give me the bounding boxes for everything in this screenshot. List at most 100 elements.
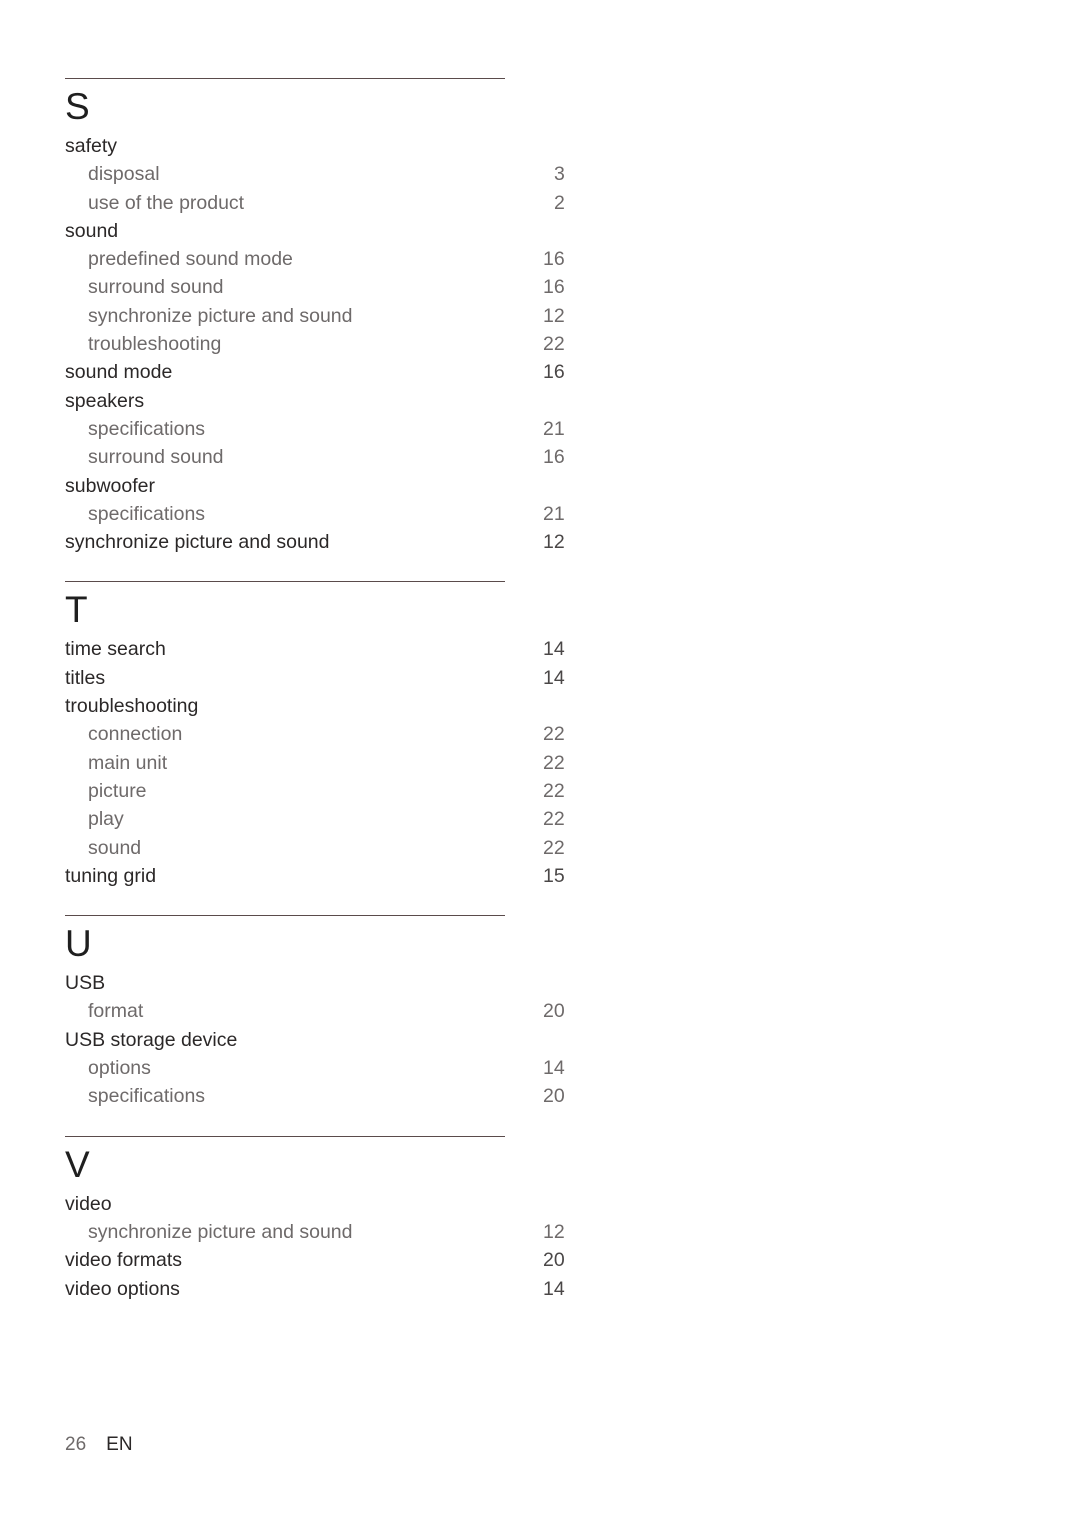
index-entry-page-number: 20 bbox=[543, 1249, 565, 1272]
index-entry-label: connection bbox=[88, 723, 183, 746]
index-subentry[interactable]: use of the product 2 bbox=[65, 189, 565, 217]
index-subentry[interactable]: sound 22 bbox=[65, 834, 565, 862]
index-entry-label: specifications bbox=[88, 417, 206, 440]
index-entry-page-number: 16 bbox=[543, 361, 565, 384]
index-entry-page-number: 20 bbox=[543, 1000, 565, 1023]
index-subentry[interactable]: play 22 bbox=[65, 805, 565, 833]
index-entry[interactable]: safety bbox=[65, 132, 505, 160]
index-section: Vvideo synchronize picture and sound 12 vid… bbox=[65, 1135, 565, 1303]
index-entry[interactable]: sound bbox=[65, 217, 505, 245]
index-subentry[interactable]: connection 22 bbox=[65, 720, 565, 748]
index-entry[interactable]: video formats 20 bbox=[65, 1246, 565, 1274]
index-subentry[interactable]: specifications 20 bbox=[65, 1082, 565, 1110]
footer-page-number: 26 bbox=[65, 1434, 87, 1455]
index-entry-label: play bbox=[88, 808, 124, 831]
section-divider bbox=[65, 1135, 505, 1137]
index-entry-label: format bbox=[88, 1000, 144, 1023]
index-subentry[interactable]: predefined sound mode 16 bbox=[65, 245, 565, 273]
index-page: Ssafety disposal 3 use of the product 2 sound… bbox=[0, 0, 1080, 1527]
index-entry[interactable]: synchronize picture and sound 12 bbox=[65, 528, 565, 556]
index-subentry[interactable]: format 20 bbox=[65, 997, 565, 1025]
section-letter: T bbox=[65, 589, 89, 631]
index-entry-page-number: 12 bbox=[543, 531, 565, 554]
index-entry[interactable]: titles 14 bbox=[65, 664, 565, 692]
index-subentry[interactable]: specifications 21 bbox=[65, 415, 565, 443]
index-entry-label: sound bbox=[65, 219, 119, 242]
index-entry-list: time search 14 titles 14 troubleshooting conn… bbox=[65, 635, 565, 890]
section-letter: V bbox=[65, 1143, 91, 1185]
index-entry[interactable]: video bbox=[65, 1190, 505, 1218]
index-entry[interactable]: speakers bbox=[65, 387, 505, 415]
index-entry-label: USB bbox=[65, 972, 106, 995]
index-entry-page-number: 14 bbox=[543, 1277, 565, 1300]
index-subentry[interactable]: surround sound 16 bbox=[65, 443, 565, 471]
index-entry[interactable]: sound mode 16 bbox=[65, 358, 565, 386]
index-entry[interactable]: USB bbox=[65, 969, 505, 997]
footer-language-code: EN bbox=[106, 1434, 133, 1455]
index-subentry[interactable]: picture 22 bbox=[65, 777, 565, 805]
index-subentry[interactable]: synchronize picture and sound 12 bbox=[65, 302, 565, 330]
index-entry-label: sound mode bbox=[65, 361, 173, 384]
index-entry-page-number: 2 bbox=[554, 191, 565, 214]
index-subentry[interactable]: disposal 3 bbox=[65, 160, 565, 188]
index-entry-label: specifications bbox=[88, 502, 206, 525]
index-entry-label: video bbox=[65, 1192, 112, 1215]
index-subentry[interactable]: specifications 21 bbox=[65, 500, 565, 528]
index-entry-label: tuning grid bbox=[65, 864, 157, 887]
index-entry[interactable]: video options 14 bbox=[65, 1275, 565, 1303]
page-footer: 26 EN bbox=[65, 1434, 133, 1456]
index-entry-label: troubleshooting bbox=[65, 695, 199, 718]
index-entry-list: video synchronize picture and sound 12 vide… bbox=[65, 1190, 565, 1303]
index-entry[interactable]: subwoofer bbox=[65, 472, 505, 500]
index-subentry[interactable]: troubleshooting 22 bbox=[65, 330, 565, 358]
section-divider bbox=[65, 581, 505, 583]
index-entry-label: specifications bbox=[88, 1085, 206, 1108]
index-entry-page-number: 22 bbox=[543, 751, 565, 774]
index-entry-page-number: 14 bbox=[543, 1057, 565, 1080]
index-entry-label: troubleshooting bbox=[88, 333, 222, 356]
index-subentry[interactable]: surround sound 16 bbox=[65, 273, 565, 301]
index-entry-page-number: 22 bbox=[543, 333, 565, 356]
index-entry[interactable]: troubleshooting bbox=[65, 692, 505, 720]
index-entry-label: use of the product bbox=[88, 191, 245, 214]
index-section: Ssafety disposal 3 use of the product 2 sound… bbox=[65, 78, 565, 556]
index-entry-label: surround sound bbox=[88, 446, 224, 469]
index-section: U USB format 20 USB storage device options 14 s… bbox=[65, 915, 565, 1110]
index-entry-label: synchronize picture and sound bbox=[65, 531, 330, 554]
section-divider bbox=[65, 915, 505, 917]
index-entry-list: safety disposal 3 use of the product 2 sound p… bbox=[65, 132, 565, 556]
index-subentry[interactable]: options 14 bbox=[65, 1054, 565, 1082]
index-entry-page-number: 14 bbox=[543, 638, 565, 661]
index-entry-label: USB storage device bbox=[65, 1028, 238, 1051]
index-entry-page-number: 3 bbox=[554, 163, 565, 186]
section-letter: S bbox=[65, 86, 91, 127]
index-entry-label: options bbox=[88, 1057, 151, 1080]
index-entry[interactable]: tuning grid 15 bbox=[65, 862, 565, 890]
index-section: Ttime search 14 titles 14 troubleshooting con… bbox=[65, 581, 565, 890]
index-entry-page-number: 22 bbox=[543, 836, 565, 859]
index-entry-page-number: 21 bbox=[543, 417, 565, 440]
index-entry-label: subwoofer bbox=[65, 474, 155, 497]
index-subentry[interactable]: main unit 22 bbox=[65, 749, 565, 777]
index-entry-page-number: 15 bbox=[543, 864, 565, 887]
index-entry-label: video options bbox=[65, 1277, 180, 1300]
index-entry-label: synchronize picture and sound bbox=[88, 1220, 353, 1243]
index-entry-page-number: 16 bbox=[543, 248, 565, 271]
index-entry-page-number: 14 bbox=[543, 666, 565, 689]
index-entry-label: picture bbox=[88, 779, 147, 802]
section-letter: U bbox=[65, 923, 93, 965]
index-entry-page-number: 20 bbox=[543, 1085, 565, 1108]
index-entry-label: safety bbox=[65, 135, 118, 157]
index-entry[interactable]: time search 14 bbox=[65, 635, 565, 663]
index-entry-label: time search bbox=[65, 638, 166, 661]
index-subentry[interactable]: synchronize picture and sound 12 bbox=[65, 1218, 565, 1246]
index-entry-list: USB format 20 USB storage device options 14 sp… bbox=[65, 969, 565, 1110]
index-entry[interactable]: USB storage device bbox=[65, 1026, 505, 1054]
index-entry-page-number: 12 bbox=[543, 304, 565, 327]
index-column: Ssafety disposal 3 use of the product 2 sound… bbox=[65, 78, 565, 1328]
index-entry-page-number: 21 bbox=[543, 502, 565, 525]
index-entry-label: synchronize picture and sound bbox=[88, 304, 353, 327]
index-entry-label: sound bbox=[88, 836, 142, 859]
index-entry-page-number: 16 bbox=[543, 446, 565, 469]
section-divider bbox=[65, 78, 505, 79]
